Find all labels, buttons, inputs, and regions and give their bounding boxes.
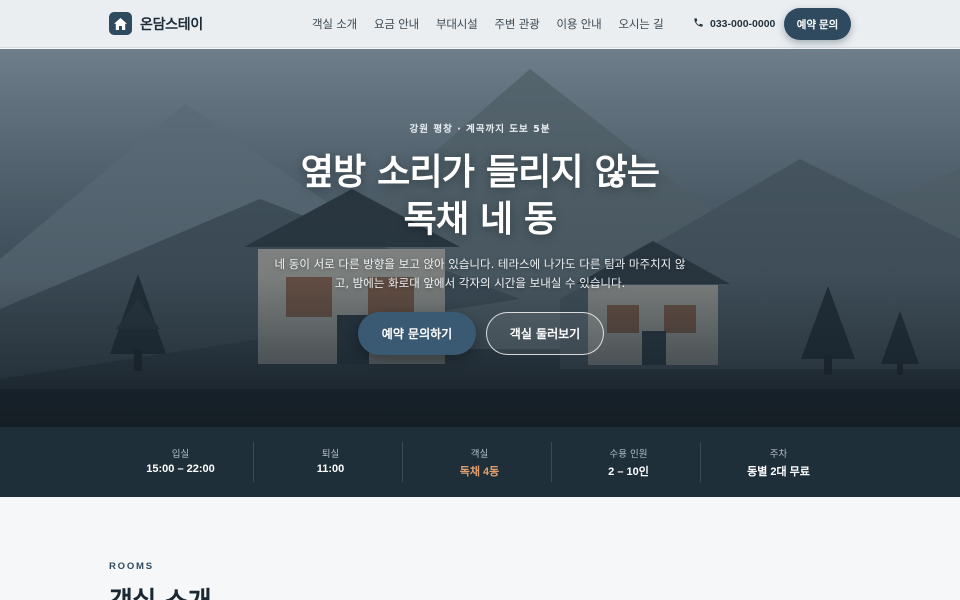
stay-info-bar: 입실 15:00 – 22:00 퇴실 11:00 객실 독채 4동 수용 인원… — [0, 427, 960, 497]
logo[interactable]: 온담스테이 — [109, 12, 203, 35]
phone-icon — [693, 17, 704, 31]
section-title: 객실 소개 — [109, 581, 212, 600]
info-checkout: 퇴실 11:00 — [256, 427, 405, 497]
phone-link[interactable]: 033-000-0000 — [693, 17, 775, 31]
info-label: 수용 인원 — [609, 449, 648, 460]
info-label: 객실 — [470, 449, 489, 460]
info-rooms: 객실 독채 4동 — [405, 427, 554, 497]
main-nav: 객실 소개 요금 안내 부대시설 주변 관광 이용 안내 오시는 길 — [312, 16, 664, 32]
hero-title: 옆방 소리가 들리지 않는 독채 네 동 — [0, 149, 960, 243]
hero-title-line-1: 옆방 소리가 들리지 않는 — [300, 152, 660, 193]
site-header: 온담스테이 객실 소개 요금 안내 부대시설 주변 관광 이용 안내 오시는 길… — [0, 0, 960, 48]
info-checkin: 입실 15:00 – 22:00 — [106, 427, 255, 497]
logo-text: 온담스테이 — [140, 16, 203, 33]
divider — [253, 442, 254, 482]
info-value: 15:00 – 22:00 — [146, 463, 215, 475]
house-icon — [109, 12, 132, 35]
divider — [700, 442, 701, 482]
hero-title-line-2: 독채 네 동 — [403, 199, 558, 240]
info-label: 입실 — [171, 449, 190, 460]
view-rooms-button[interactable]: 객실 둘러보기 — [486, 312, 604, 355]
info-value: 동별 2대 무료 — [747, 466, 810, 478]
info-parking: 주차 동별 2대 무료 — [704, 427, 853, 497]
info-value: 2 – 10인 — [608, 466, 649, 478]
divider — [551, 442, 552, 482]
nav-item-facilities[interactable]: 부대시설 — [436, 16, 478, 32]
info-label: 주차 — [769, 449, 788, 460]
info-value: 독채 4동 — [459, 466, 500, 478]
divider — [402, 442, 403, 482]
info-label: 퇴실 — [321, 449, 340, 460]
nav-item-rooms[interactable]: 객실 소개 — [312, 16, 357, 32]
hero-actions: 예약 문의하기 객실 둘러보기 — [358, 312, 604, 355]
reservation-inquiry-hero-button[interactable]: 예약 문의하기 — [358, 312, 476, 355]
section-eyebrow: ROOMS — [109, 561, 154, 572]
hero-description: 네 동이 서로 다른 방향을 보고 앉아 있습니다. 테라스에 나가도 다른 팀… — [274, 257, 686, 290]
nav-item-rates[interactable]: 요금 안내 — [374, 16, 419, 32]
hero-content: 강원 평창 · 계곡까지 도보 5분 옆방 소리가 들리지 않는 독채 네 동 … — [0, 121, 960, 293]
rooms-section: ROOMS 객실 소개 — [0, 497, 960, 600]
nav-item-attractions[interactable]: 주변 관광 — [495, 16, 540, 32]
phone-number: 033-000-0000 — [710, 18, 776, 30]
info-capacity: 수용 인원 2 – 10인 — [554, 427, 703, 497]
info-value: 11:00 — [316, 463, 345, 475]
nav-item-directions[interactable]: 오시는 길 — [618, 16, 663, 32]
hero-location: 강원 평창 · 계곡까지 도보 5분 — [409, 124, 551, 135]
hero-section: 강원 평창 · 계곡까지 도보 5분 옆방 소리가 들리지 않는 독채 네 동 … — [0, 49, 960, 427]
reservation-inquiry-button[interactable]: 예약 문의 — [784, 8, 851, 40]
nav-item-guide[interactable]: 이용 안내 — [556, 16, 601, 32]
